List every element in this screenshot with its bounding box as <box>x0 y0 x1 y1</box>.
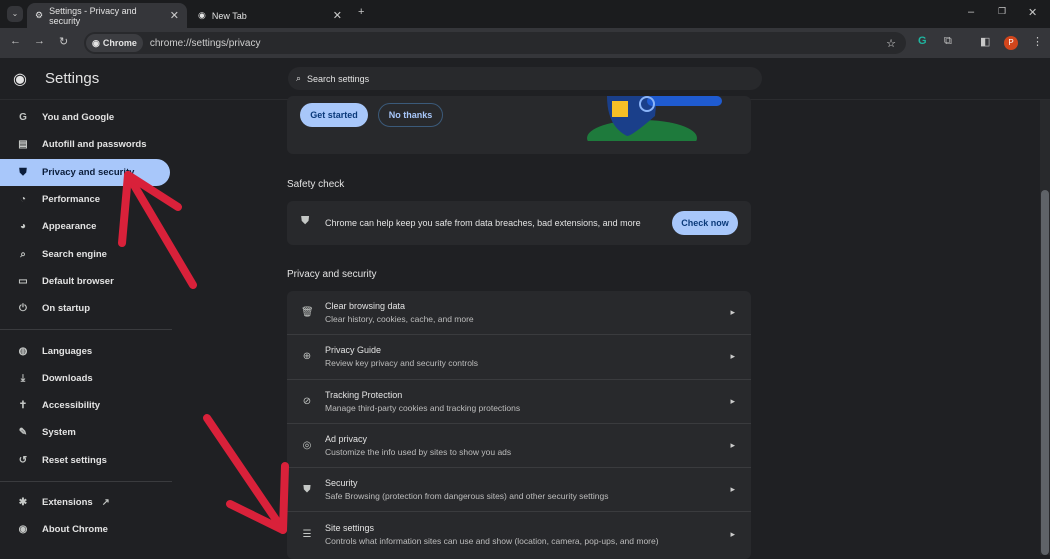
annotation-arrows <box>118 171 289 534</box>
